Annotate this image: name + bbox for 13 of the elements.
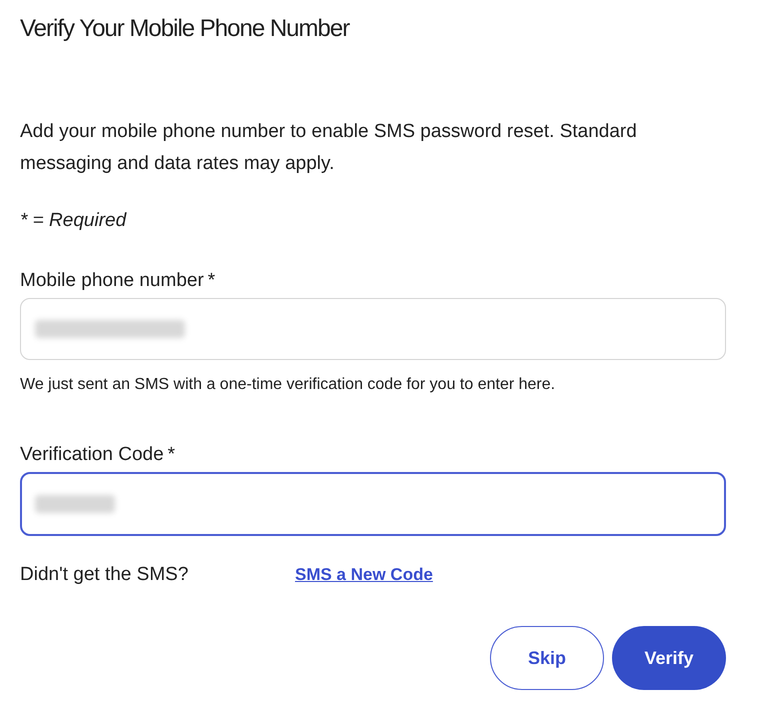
helper-text: We just sent an SMS with a one-time verification code for you to enter here. (20, 376, 556, 394)
required-mark: * (208, 270, 216, 292)
field-label: Verification Code (20, 444, 164, 466)
intro-text: Add your mobile phone number to enable SMS password reset. Standard messaging and data rates may apply. (20, 120, 638, 176)
input-field[interactable] (20, 472, 726, 536)
resend-link[interactable]: SMS a New Code (295, 565, 433, 585)
verify-button[interactable]: Verify (612, 626, 726, 690)
resend-prompt: Didn't get the SMS? (20, 564, 190, 586)
field-label: Mobile phone number (20, 270, 204, 292)
required-mark: * (168, 444, 176, 466)
skip-button[interactable]: Skip (490, 626, 604, 690)
page-title: Verify Your Mobile Phone Number (20, 14, 351, 44)
required-note: * = Required (20, 210, 126, 232)
